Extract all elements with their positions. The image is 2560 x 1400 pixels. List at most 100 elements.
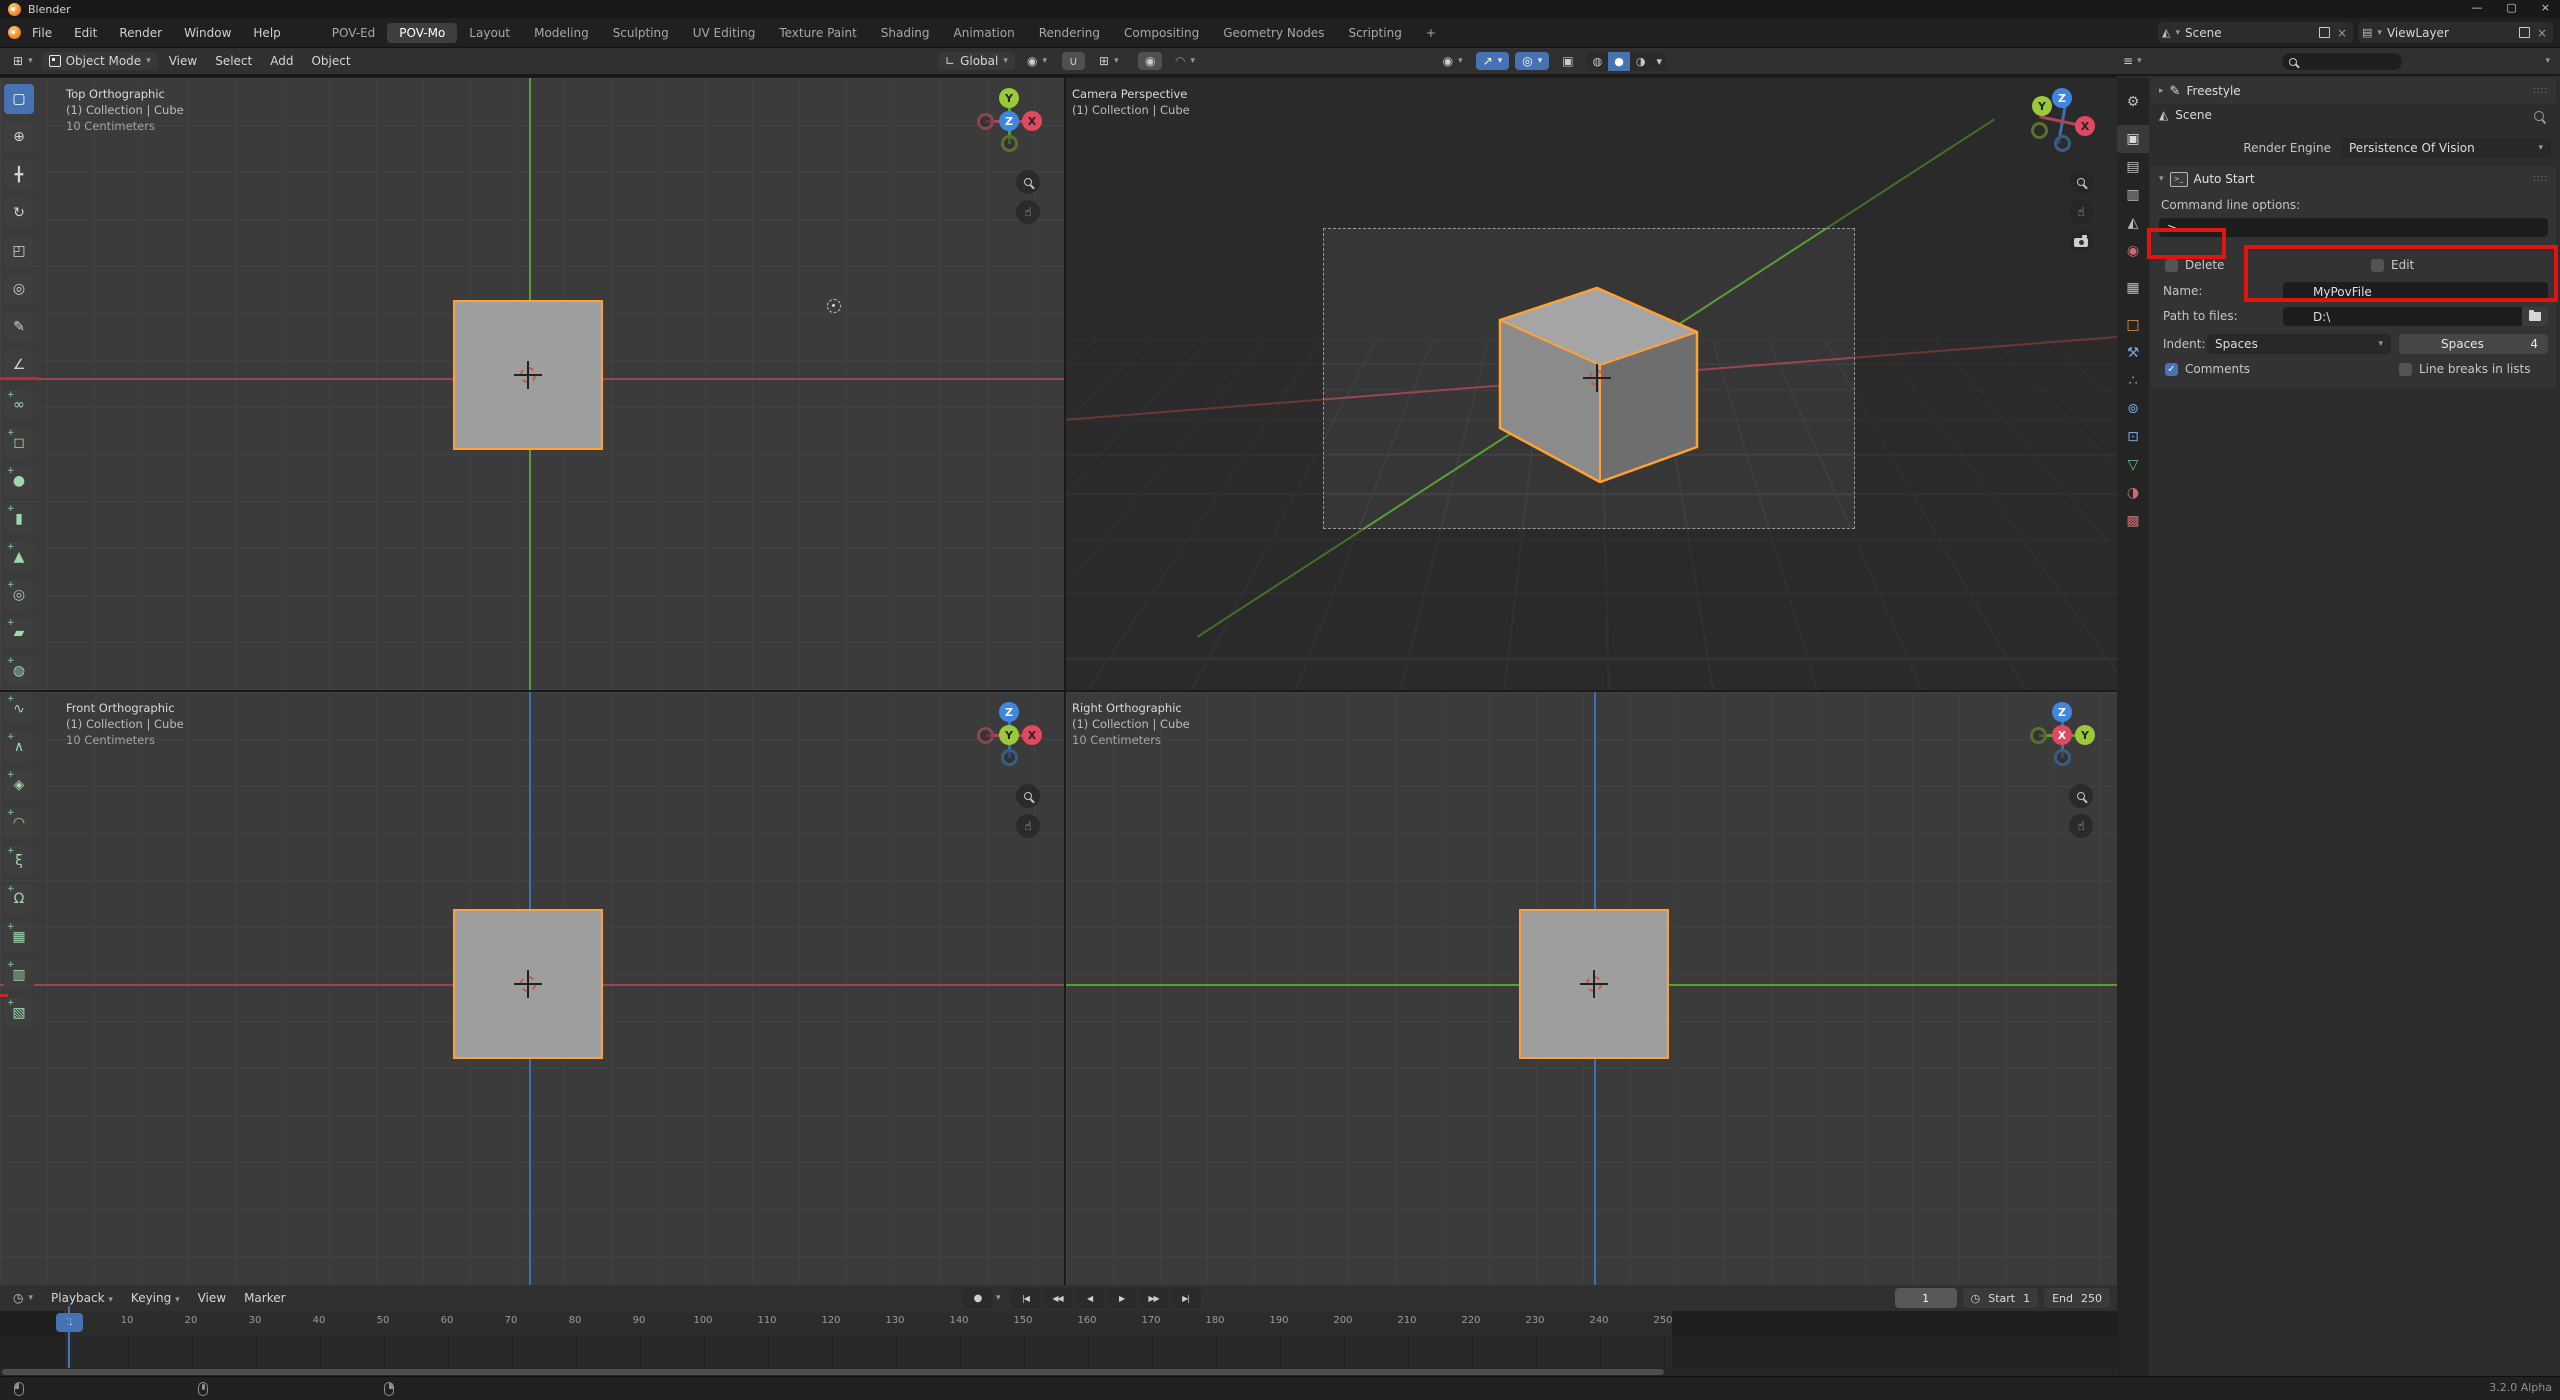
properties-tab-material[interactable]: ◑ — [2117, 479, 2149, 507]
menu-item[interactable]: Window — [173, 26, 242, 40]
axis-y[interactable]: Y — [2075, 725, 2095, 745]
pivot-dropdown[interactable]: ◉ ▾ — [1020, 52, 1054, 70]
orientation-dropdown[interactable]: ∟ Global ▾ — [938, 52, 1015, 70]
browse-folder-button[interactable] — [2522, 307, 2548, 326]
tool-add-cone[interactable]: ▲ — [4, 542, 34, 572]
menu-item[interactable]: Render — [108, 26, 173, 40]
light-object[interactable] — [827, 299, 841, 313]
snap-toggle[interactable]: ∪ — [1062, 52, 1085, 70]
transport-button-jump-to-end[interactable]: ▶| — [1171, 1288, 1201, 1308]
drag-handle-icon[interactable]: ∷∷ — [2533, 86, 2548, 97]
tool-add-sphere-sweep[interactable]: ∿ — [4, 694, 34, 724]
drag-handle-icon[interactable]: ∷∷ — [2533, 174, 2548, 185]
properties-tab-physics[interactable]: ⊚ — [2117, 395, 2149, 423]
render-engine-dropdown[interactable]: Persistence Of Vision ▾ — [2341, 138, 2551, 158]
tool-rotate[interactable]: ↻ — [4, 198, 34, 228]
workspace-tab[interactable]: Compositing — [1112, 23, 1211, 43]
shading-solid-button[interactable]: ● — [1608, 52, 1630, 71]
shading-wireframe-button[interactable]: ◍ — [1587, 52, 1609, 71]
axis-y[interactable]: Y — [999, 725, 1019, 745]
timeline-tracks[interactable] — [0, 1336, 2117, 1368]
menu-item[interactable]: Help — [242, 26, 291, 40]
nav-gizmo[interactable]: Z Y X — [2029, 702, 2095, 768]
proportional-editing-toggle[interactable]: ◉ — [1138, 52, 1162, 70]
zoom-button[interactable] — [2069, 170, 2093, 194]
name-input[interactable]: MyPovFile — [2283, 282, 2548, 301]
properties-tab-texture[interactable]: ▩ — [2117, 507, 2149, 535]
properties-tab-tool[interactable]: ⚙ — [2117, 88, 2149, 116]
unlink-scene-button[interactable]: × — [2335, 26, 2349, 40]
tool-add-parallelepiped[interactable]: ▰ — [4, 618, 34, 648]
viewport-camera[interactable]: Camera Perspective (1) Collection | Cube… — [1066, 78, 2117, 690]
viewport-front-ortho[interactable]: Front Orthographic (1) Collection | Cube… — [0, 692, 1064, 1285]
shading-material-button[interactable]: ◑ — [1630, 52, 1652, 71]
tool-add-terrain[interactable]: ∧ — [4, 732, 34, 762]
axis-z-neg[interactable] — [2054, 135, 2071, 152]
properties-tab-output[interactable]: ▤ — [2117, 153, 2149, 181]
pan-hand-button[interactable]: ☝ — [1016, 814, 1040, 838]
zoom-button[interactable] — [1016, 170, 1040, 194]
axis-x[interactable]: X — [1022, 725, 1042, 745]
viewport-menu-item[interactable]: View — [160, 52, 206, 70]
tool-add-spring[interactable]: ξ — [4, 846, 34, 876]
gizmo-toggle[interactable]: ↗ ▾ — [1476, 52, 1510, 70]
viewport-right-ortho[interactable]: Right Orthographic (1) Collection | Cube… — [1066, 692, 2117, 1285]
properties-tab-constraints[interactable]: ⊡ — [2117, 423, 2149, 451]
timeline-editor-type-button[interactable]: ◷ ▾ — [6, 1289, 40, 1307]
axis-x-neg[interactable] — [977, 113, 994, 130]
visibility-dropdown[interactable]: ◉ ▾ — [1436, 52, 1470, 70]
workspace-tab[interactable]: Geometry Nodes — [1211, 23, 1336, 43]
comments-checkbox[interactable]: ✓ — [2165, 363, 2178, 376]
start-frame-field[interactable]: ◷ Start 1 — [1963, 1288, 2038, 1308]
properties-tab-view-layer[interactable]: ▥ — [2117, 181, 2149, 209]
axis-y-neg[interactable] — [1001, 135, 1018, 152]
viewlayer-selector[interactable]: ▤ ▾ ViewLayer × — [2358, 22, 2553, 43]
transport-button-jump-prev-keyframe[interactable]: ◀◀ — [1043, 1288, 1073, 1308]
nav-gizmo[interactable]: Z X Y — [976, 702, 1042, 768]
auto-start-header[interactable]: ▾ >_ Auto Start ∷∷ — [2151, 166, 2556, 192]
remove-viewlayer-button[interactable]: × — [2535, 26, 2549, 40]
axis-y[interactable]: Y — [2032, 96, 2052, 116]
search-input[interactable] — [2282, 53, 2402, 70]
chevron-down-icon[interactable]: ▾ — [2137, 56, 2142, 66]
tool-annotate[interactable]: ✎ — [4, 312, 34, 342]
tool-select-box[interactable]: ▢ — [4, 84, 34, 114]
workspace-tab[interactable]: Modeling — [522, 23, 601, 43]
workspace-tab[interactable]: POV-Mo — [387, 23, 457, 43]
zoom-button[interactable] — [1016, 784, 1040, 808]
transport-button-play-reverse[interactable]: ◀ — [1075, 1288, 1105, 1308]
mode-dropdown[interactable]: Object Mode ▾ — [42, 52, 158, 70]
pin-icon[interactable] — [2532, 109, 2546, 123]
nav-gizmo[interactable]: Z X Y — [2029, 88, 2095, 154]
tool-add-plane[interactable]: ∞ — [4, 390, 34, 420]
pan-hand-button[interactable]: ☝ — [2069, 814, 2093, 838]
workspace-tab[interactable]: Animation — [942, 23, 1027, 43]
editor-type-button[interactable]: ⊞ ▾ — [6, 52, 40, 70]
tool-add-wireframe-cube[interactable]: ▧ — [4, 998, 34, 1028]
properties-editor-icon[interactable]: ≡ — [2123, 54, 2133, 68]
snap-with-dropdown[interactable]: ⊞ ▾ — [1092, 52, 1126, 70]
camera-view-button[interactable] — [2069, 230, 2093, 254]
transport-button-play[interactable]: ▶ — [1107, 1288, 1137, 1308]
axis-x[interactable]: X — [2075, 116, 2095, 136]
workspace-tab[interactable]: POV-Ed — [320, 23, 388, 43]
workspace-tab[interactable]: + — [1414, 23, 1448, 43]
indent-dropdown[interactable]: Spaces ▾ — [2207, 334, 2391, 354]
tool-add-torus[interactable]: ◎ — [4, 580, 34, 610]
current-frame-field[interactable]: 1 — [1895, 1288, 1957, 1308]
properties-tab-scene[interactable]: ◭ — [2117, 209, 2149, 237]
axis-z-neg[interactable] — [2054, 749, 2071, 766]
pan-hand-button[interactable]: ☝ — [2069, 200, 2093, 224]
end-frame-field[interactable]: End 250 — [2044, 1288, 2110, 1308]
maximize-button[interactable]: ▢ — [2506, 1, 2516, 14]
scene-selector[interactable]: ◭ ▾ Scene × — [2158, 22, 2353, 43]
timeline-menu-item[interactable]: Playback ▾ — [42, 1289, 122, 1307]
axis-z-neg[interactable] — [1001, 749, 1018, 766]
zoom-button[interactable] — [2069, 784, 2093, 808]
spaces-slider[interactable]: Spaces 4 — [2399, 334, 2548, 354]
shading-dropdown[interactable]: ▾ — [1651, 52, 1667, 71]
delete-checkbox[interactable] — [2165, 259, 2178, 272]
xray-toggle[interactable]: ▣ — [1555, 52, 1580, 70]
falloff-dropdown[interactable]: ◠ ▾ — [1168, 52, 1202, 70]
tool-add-cylinder[interactable]: ▮ — [4, 504, 34, 534]
